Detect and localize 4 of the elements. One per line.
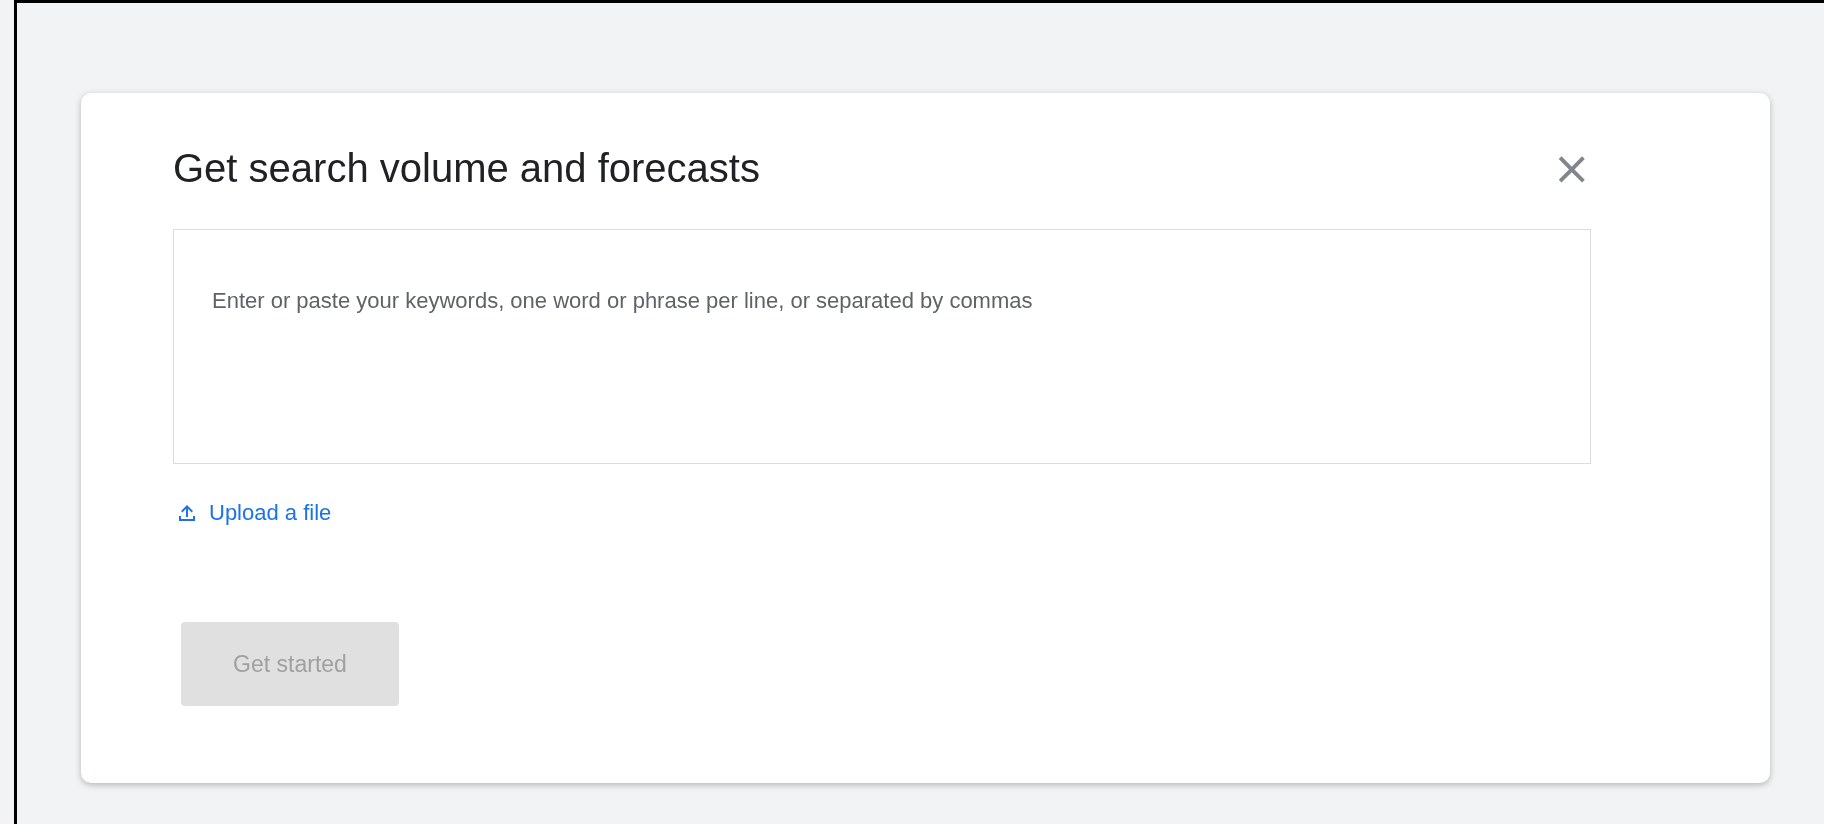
close-button[interactable]: × [1552, 145, 1591, 191]
keywords-field[interactable]: Enter or paste your keywords, one word or phrase per line, or separated by commas [173, 229, 1591, 464]
dialog-title: Get search volume and forecasts [173, 145, 760, 191]
upload-link[interactable]: Upload a file [175, 500, 332, 526]
